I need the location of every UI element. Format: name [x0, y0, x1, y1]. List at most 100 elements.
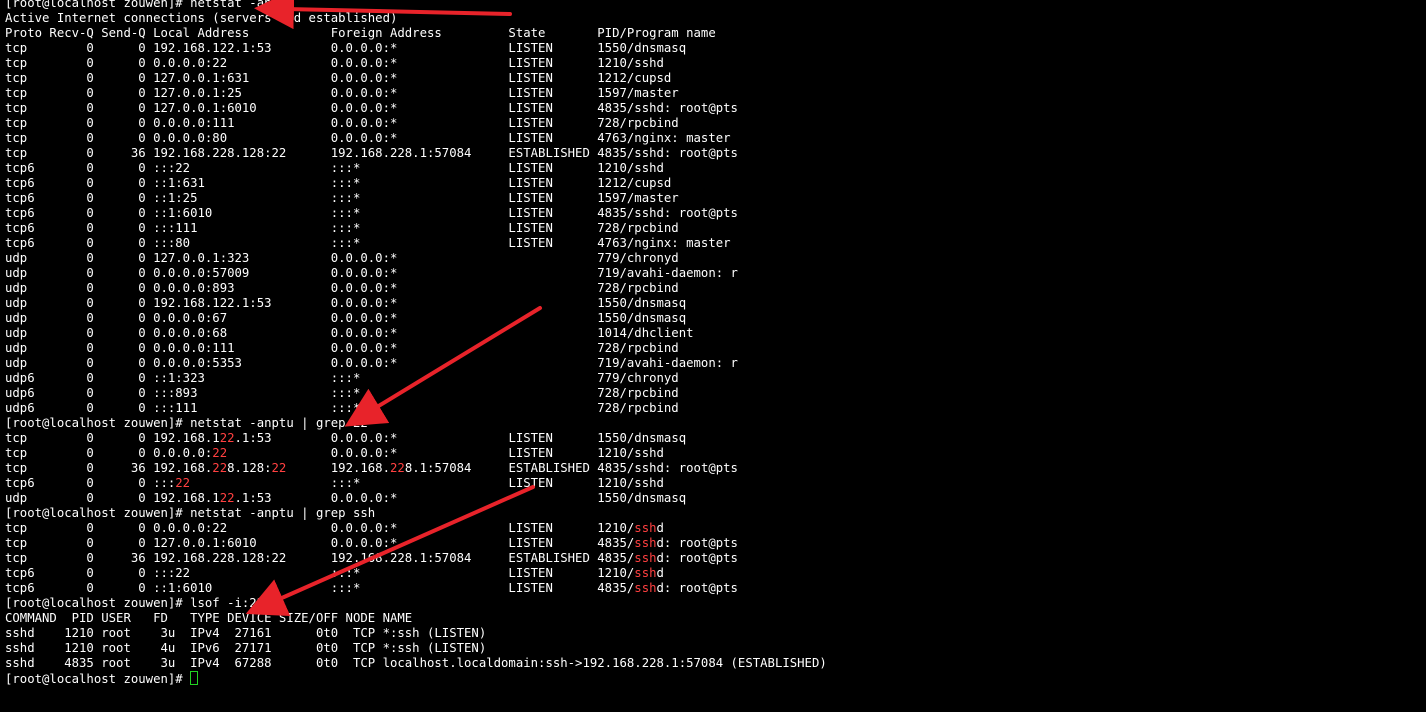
terminal-line: udp6 0 0 :::111 :::* 728/rpcbind [5, 401, 827, 416]
terminal-line: udp 0 0 0.0.0.0:57009 0.0.0.0:* 719/avah… [5, 266, 827, 281]
terminal-text: tcp 0 0 127.0.0.1:6010 0.0.0.0:* LISTEN … [5, 101, 738, 115]
terminal-line: tcp6 0 0 ::1:6010 :::* LISTEN 4835/sshd:… [5, 206, 827, 221]
terminal-text: 192.168. [286, 461, 390, 475]
terminal-text: udp 0 0 0.0.0.0:111 0.0.0.0:* 728/rpcbin… [5, 341, 679, 355]
terminal-text: [root@localhost zouwen]# lsof -i:22 [5, 596, 265, 610]
terminal-text: tcp 0 0 0.0.0.0: [5, 446, 213, 460]
terminal-line: Proto Recv-Q Send-Q Local Address Foreig… [5, 26, 827, 41]
terminal-text: udp6 0 0 :::893 :::* 728/rpcbind [5, 386, 679, 400]
terminal-line: tcp 0 0 127.0.0.1:6010 0.0.0.0:* LISTEN … [5, 101, 827, 116]
terminal-line: COMMAND PID USER FD TYPE DEVICE SIZE/OFF… [5, 611, 827, 626]
terminal-text: udp 0 0 0.0.0.0:893 0.0.0.0:* 728/rpcbin… [5, 281, 679, 295]
terminal-text: sshd 4835 root 3u IPv4 67288 0t0 TCP loc… [5, 656, 827, 670]
terminal-text: tcp6 0 0 ::1:6010 :::* LISTEN 4835/ [5, 581, 635, 595]
grep-match-highlight: 22 [390, 461, 405, 475]
terminal-text: tcp6 0 0 ::1:631 :::* LISTEN 1212/cupsd [5, 176, 672, 190]
terminal-text: tcp 0 36 192.168.228.128:22 192.168.228.… [5, 551, 635, 565]
terminal-text: udp 0 0 0.0.0.0:5353 0.0.0.0:* 719/avahi… [5, 356, 738, 370]
terminal-text: udp 0 0 192.168.122.1:53 0.0.0.0:* 1550/… [5, 296, 687, 310]
terminal-line: tcp6 0 0 :::22 :::* LISTEN 1210/sshd [5, 476, 827, 491]
grep-match-highlight: ssh [634, 551, 657, 565]
terminal-line: sshd 1210 root 4u IPv6 27171 0t0 TCP *:s… [5, 641, 827, 656]
terminal-text: 0.0.0.0:* LISTEN 1210/sshd [227, 446, 664, 460]
terminal-line: tcp6 0 0 :::80 :::* LISTEN 4763/nginx: m… [5, 236, 827, 251]
grep-match-highlight: 22 [219, 491, 235, 505]
terminal-line: udp6 0 0 ::1:323 :::* 779/chronyd [5, 371, 827, 386]
terminal-line: sshd 1210 root 3u IPv4 27161 0t0 TCP *:s… [5, 626, 827, 641]
terminal-text: udp 0 0 0.0.0.0:68 0.0.0.0:* 1014/dhclie… [5, 326, 694, 340]
terminal-text: 8.128: [227, 461, 272, 475]
terminal-text: tcp6 0 0 ::1:6010 :::* LISTEN 4835/sshd:… [5, 206, 738, 220]
terminal-text: tcp 0 36 192.168.228.128:22 192.168.228.… [5, 146, 738, 160]
terminal-line: udp 0 0 0.0.0.0:67 0.0.0.0:* 1550/dnsmas… [5, 311, 827, 326]
terminal-text: [root@localhost zouwen]# netstat -anptu … [5, 506, 376, 520]
terminal-line: tcp 0 0 0.0.0.0:22 0.0.0.0:* LISTEN 1210… [5, 446, 827, 461]
terminal-line: tcp 0 0 0.0.0.0:22 0.0.0.0:* LISTEN 1210… [5, 521, 827, 536]
terminal-line: tcp 0 0 0.0.0.0:80 0.0.0.0:* LISTEN 4763… [5, 131, 827, 146]
terminal-text: d [656, 566, 664, 580]
terminal-output: [root@localhost zouwen]# netstat -anptu A… [5, 0, 827, 686]
terminal-text: tcp6 0 0 :::22 :::* LISTEN 1210/sshd [5, 161, 664, 175]
terminal-line: tcp 0 0 127.0.0.1:631 0.0.0.0:* LISTEN 1… [5, 71, 827, 86]
terminal-text: Active Internet connections (servers and… [5, 11, 398, 25]
grep-match-highlight: 22 [212, 461, 228, 475]
terminal-text: udp 0 0 192.168.1 [5, 491, 220, 505]
terminal-window[interactable]: [root@localhost zouwen]# netstat -anptu A… [0, 0, 1426, 712]
terminal-line: tcp 0 0 192.168.122.1:53 0.0.0.0:* LISTE… [5, 41, 827, 56]
terminal-line: tcp 0 0 0.0.0.0:22 0.0.0.0:* LISTEN 1210… [5, 56, 827, 71]
terminal-text: COMMAND PID USER FD TYPE DEVICE SIZE/OFF… [5, 611, 413, 625]
terminal-line: tcp6 0 0 :::22 :::* LISTEN 1210/sshd [5, 566, 827, 581]
terminal-text: tcp 0 0 0.0.0.0:22 0.0.0.0:* LISTEN 1210… [5, 521, 635, 535]
terminal-line: udp 0 0 192.168.122.1:53 0.0.0.0:* 1550/… [5, 491, 827, 506]
terminal-line: tcp 0 36 192.168.228.128:22 192.168.228.… [5, 551, 827, 566]
terminal-line: udp6 0 0 :::893 :::* 728/rpcbind [5, 386, 827, 401]
terminal-text: d: root@pts [656, 581, 738, 595]
cursor-block [190, 671, 199, 685]
terminal-text: udp6 0 0 :::111 :::* 728/rpcbind [5, 401, 679, 415]
terminal-text: 8.1:57084 ESTABLISHED 4835/sshd: root@pt… [404, 461, 738, 475]
terminal-line: [root@localhost zouwen]# netstat -anptu … [5, 506, 827, 521]
terminal-text: tcp 0 0 192.168.1 [5, 431, 220, 445]
terminal-text: tcp6 0 0 ::: [5, 476, 176, 490]
terminal-line: tcp 0 0 127.0.0.1:6010 0.0.0.0:* LISTEN … [5, 536, 827, 551]
terminal-line: tcp 0 0 0.0.0.0:111 0.0.0.0:* LISTEN 728… [5, 116, 827, 131]
terminal-text: udp 0 0 127.0.0.1:323 0.0.0.0:* 779/chro… [5, 251, 679, 265]
terminal-text: tcp6 0 0 ::1:25 :::* LISTEN 1597/master [5, 191, 679, 205]
terminal-text: tcp 0 0 127.0.0.1:6010 0.0.0.0:* LISTEN … [5, 536, 635, 550]
terminal-text: tcp 0 0 192.168.122.1:53 0.0.0.0:* LISTE… [5, 41, 687, 55]
terminal-text: Proto Recv-Q Send-Q Local Address Foreig… [5, 26, 716, 40]
terminal-line: tcp6 0 0 ::1:631 :::* LISTEN 1212/cupsd [5, 176, 827, 191]
terminal-text: sshd 1210 root 3u IPv4 27161 0t0 TCP *:s… [5, 626, 487, 640]
grep-match-highlight: 22 [175, 476, 191, 490]
terminal-line: udp 0 0 0.0.0.0:893 0.0.0.0:* 728/rpcbin… [5, 281, 827, 296]
grep-match-highlight: 22 [212, 446, 228, 460]
grep-match-highlight: ssh [634, 521, 657, 535]
terminal-text: tcp 0 0 0.0.0.0:111 0.0.0.0:* LISTEN 728… [5, 116, 679, 130]
terminal-text: [root@localhost zouwen]# [5, 672, 191, 686]
terminal-text: .1:53 0.0.0.0:* 1550/dnsmasq [234, 491, 687, 505]
terminal-line: udp 0 0 127.0.0.1:323 0.0.0.0:* 779/chro… [5, 251, 827, 266]
grep-match-highlight: ssh [634, 536, 657, 550]
grep-match-highlight: 22 [219, 431, 235, 445]
terminal-line: tcp6 0 0 :::111 :::* LISTEN 728/rpcbind [5, 221, 827, 236]
terminal-text: udp 0 0 0.0.0.0:57009 0.0.0.0:* 719/avah… [5, 266, 738, 280]
terminal-text: tcp 0 0 0.0.0.0:22 0.0.0.0:* LISTEN 1210… [5, 56, 664, 70]
terminal-line: udp 0 0 192.168.122.1:53 0.0.0.0:* 1550/… [5, 296, 827, 311]
terminal-text: [root@localhost zouwen]# netstat -anptu [5, 0, 294, 10]
terminal-text: sshd 1210 root 4u IPv6 27171 0t0 TCP *:s… [5, 641, 487, 655]
terminal-text: tcp6 0 0 :::111 :::* LISTEN 728/rpcbind [5, 221, 679, 235]
terminal-line: udp 0 0 0.0.0.0:5353 0.0.0.0:* 719/avahi… [5, 356, 827, 371]
terminal-text: [root@localhost zouwen]# netstat -anptu … [5, 416, 368, 430]
terminal-text: udp 0 0 0.0.0.0:67 0.0.0.0:* 1550/dnsmas… [5, 311, 687, 325]
terminal-text: tcp 0 0 127.0.0.1:631 0.0.0.0:* LISTEN 1… [5, 71, 672, 85]
terminal-line: tcp6 0 0 :::22 :::* LISTEN 1210/sshd [5, 161, 827, 176]
terminal-line: udp 0 0 0.0.0.0:111 0.0.0.0:* 728/rpcbin… [5, 341, 827, 356]
terminal-text: d: root@pts [656, 551, 738, 565]
terminal-line: tcp6 0 0 ::1:25 :::* LISTEN 1597/master [5, 191, 827, 206]
terminal-line: tcp 0 0 127.0.0.1:25 0.0.0.0:* LISTEN 15… [5, 86, 827, 101]
terminal-text: tcp 0 0 0.0.0.0:80 0.0.0.0:* LISTEN 4763… [5, 131, 731, 145]
terminal-text: d: root@pts [656, 536, 738, 550]
terminal-line: [root@localhost zouwen]# netstat -anptu [5, 0, 827, 11]
terminal-text: tcp 0 36 192.168. [5, 461, 213, 475]
terminal-line: tcp 0 36 192.168.228.128:22 192.168.228.… [5, 146, 827, 161]
